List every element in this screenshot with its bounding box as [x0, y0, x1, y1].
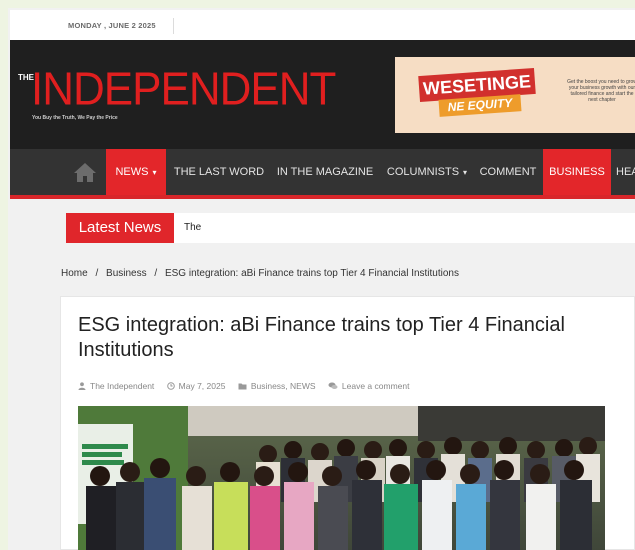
latest-news-ticker: Latest News The: [66, 213, 635, 243]
breadcrumb: Home / Business / ESG integration: aBi F…: [61, 268, 464, 279]
ticker-headline[interactable]: The: [184, 222, 201, 233]
nav-item-label: COLUMNISTS: [386, 166, 460, 178]
advertisement-banner[interactable]: WESETINGE NE EQUITY Get the boost you ne…: [395, 57, 635, 133]
nav-item-health[interactable]: HEA: [616, 149, 635, 195]
date-divider: [173, 18, 174, 34]
nav-item-comment[interactable]: COMMENT: [476, 149, 540, 195]
breadcrumb-separator: /: [95, 268, 99, 279]
nav-item-label: NEWS: [115, 166, 149, 178]
author-name: The Independent: [90, 381, 155, 391]
logo-name: INDEPENDENT: [31, 63, 336, 116]
comment-icon: [328, 382, 338, 389]
main-navigation: NEWS ▾ THE LAST WORD IN THE MAGAZINE COLU…: [10, 149, 635, 199]
categories-text: Business, NEWS: [250, 381, 316, 391]
latest-news-label: Latest News: [66, 213, 174, 243]
ad-copy: Get the boost you need to grow your busi…: [567, 79, 635, 103]
chevron-down-icon: ▾: [463, 168, 468, 177]
leave-comment-link[interactable]: Leave a comment: [328, 381, 410, 391]
date-bar: MONDAY , JUNE 2 2025: [10, 10, 635, 44]
group-photo: [78, 406, 605, 550]
nav-item-business[interactable]: BUSINESS: [543, 149, 611, 195]
chevron-down-icon: ▾: [152, 168, 157, 177]
nav-item-label: HEA: [616, 166, 635, 178]
nav-item-in-the-magazine[interactable]: IN THE MAGAZINE: [272, 149, 378, 195]
nav-item-columnists[interactable]: COLUMNISTS ▾: [382, 149, 472, 195]
breadcrumb-current: ESG integration: aBi Finance trains top …: [164, 268, 459, 279]
comment-link-text: Leave a comment: [341, 381, 410, 391]
nav-item-label: BUSINESS: [549, 166, 605, 178]
article-date: May 7, 2025: [166, 381, 226, 391]
article-card: ESG integration: aBi Finance trains top …: [60, 296, 635, 550]
nav-item-news[interactable]: NEWS ▾: [106, 149, 166, 195]
home-button[interactable]: [68, 149, 102, 195]
site-header: THE INDEPENDENT You Buy the Truth, We Pa…: [10, 40, 635, 149]
nav-item-label: THE LAST WORD: [173, 166, 265, 178]
logo-tagline: You Buy the Truth, We Pay the Price: [32, 115, 118, 121]
breadcrumb-section[interactable]: Business: [106, 268, 147, 279]
nav-item-the-last-word[interactable]: THE LAST WORD: [169, 149, 269, 195]
breadcrumb-home[interactable]: Home: [61, 268, 88, 279]
clock-icon: [166, 382, 175, 390]
page-frame: MONDAY , JUNE 2 2025 THE INDEPENDENT You…: [8, 8, 635, 550]
current-date: MONDAY , JUNE 2 2025: [68, 21, 156, 30]
site-logo[interactable]: THE INDEPENDENT You Buy the Truth, We Pa…: [16, 63, 366, 125]
folder-icon: [238, 383, 247, 390]
article-meta: The Independent May 7, 2025 Business, NE…: [78, 381, 419, 391]
user-icon: [78, 382, 86, 390]
breadcrumb-separator: /: [154, 268, 158, 279]
article-featured-image: [78, 406, 605, 550]
logo-prefix: THE: [18, 73, 34, 82]
home-icon: [74, 163, 96, 182]
article-title: ESG integration: aBi Finance trains top …: [78, 314, 565, 361]
date-text: May 7, 2025: [178, 381, 226, 391]
nav-item-label: IN THE MAGAZINE: [276, 166, 374, 178]
nav-item-label: COMMENT: [479, 166, 537, 178]
article-categories[interactable]: Business, NEWS: [238, 381, 316, 391]
article-author[interactable]: The Independent: [78, 381, 154, 391]
